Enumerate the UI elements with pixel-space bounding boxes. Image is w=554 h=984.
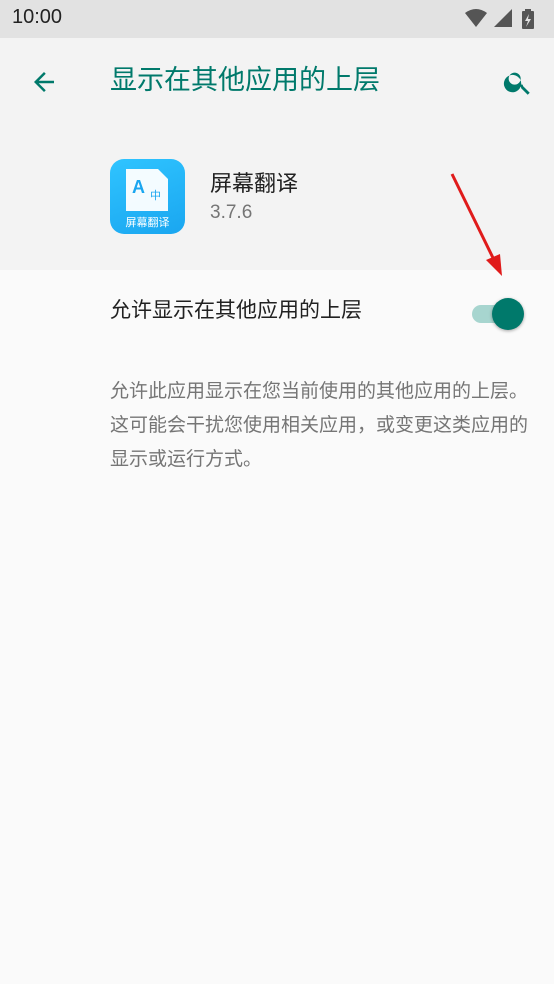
status-time: 10:00 (12, 6, 63, 28)
overlay-permission-toggle[interactable] (470, 296, 526, 330)
wifi-icon (465, 9, 487, 27)
signal-icon (494, 9, 512, 27)
app-version: 3.7.6 (210, 202, 253, 223)
app-icon: A 中 屏幕翻译 (110, 159, 185, 234)
setting-label: 允许显示在其他应用的上层 (110, 298, 362, 322)
battery-charging-icon (522, 9, 534, 29)
status-bar: 10:00 (0, 0, 554, 38)
app-icon-char: 中 (150, 189, 161, 202)
app-icon-label: 屏幕翻译 (126, 215, 170, 229)
arrow-back-icon (34, 72, 54, 92)
setting-description: 允许此应用显示在您当前使用的其他应用的上层。这可能会干扰您使用相关应用，或变更这… (110, 380, 529, 470)
app-header: 显示在其他应用的上层 A 中 屏幕翻译 屏幕翻译 3.7.6 (0, 38, 554, 270)
page-title: 显示在其他应用的上层 (110, 65, 380, 96)
toggle-thumb (492, 298, 524, 330)
app-name: 屏幕翻译 (210, 172, 299, 197)
search-button[interactable] (496, 60, 540, 104)
search-icon (503, 72, 530, 95)
status-icons (464, 8, 542, 30)
setting-row-allow-overlay[interactable]: 允许显示在其他应用的上层 (0, 270, 554, 356)
app-icon-letter: A (132, 177, 145, 197)
back-button[interactable] (22, 60, 66, 104)
